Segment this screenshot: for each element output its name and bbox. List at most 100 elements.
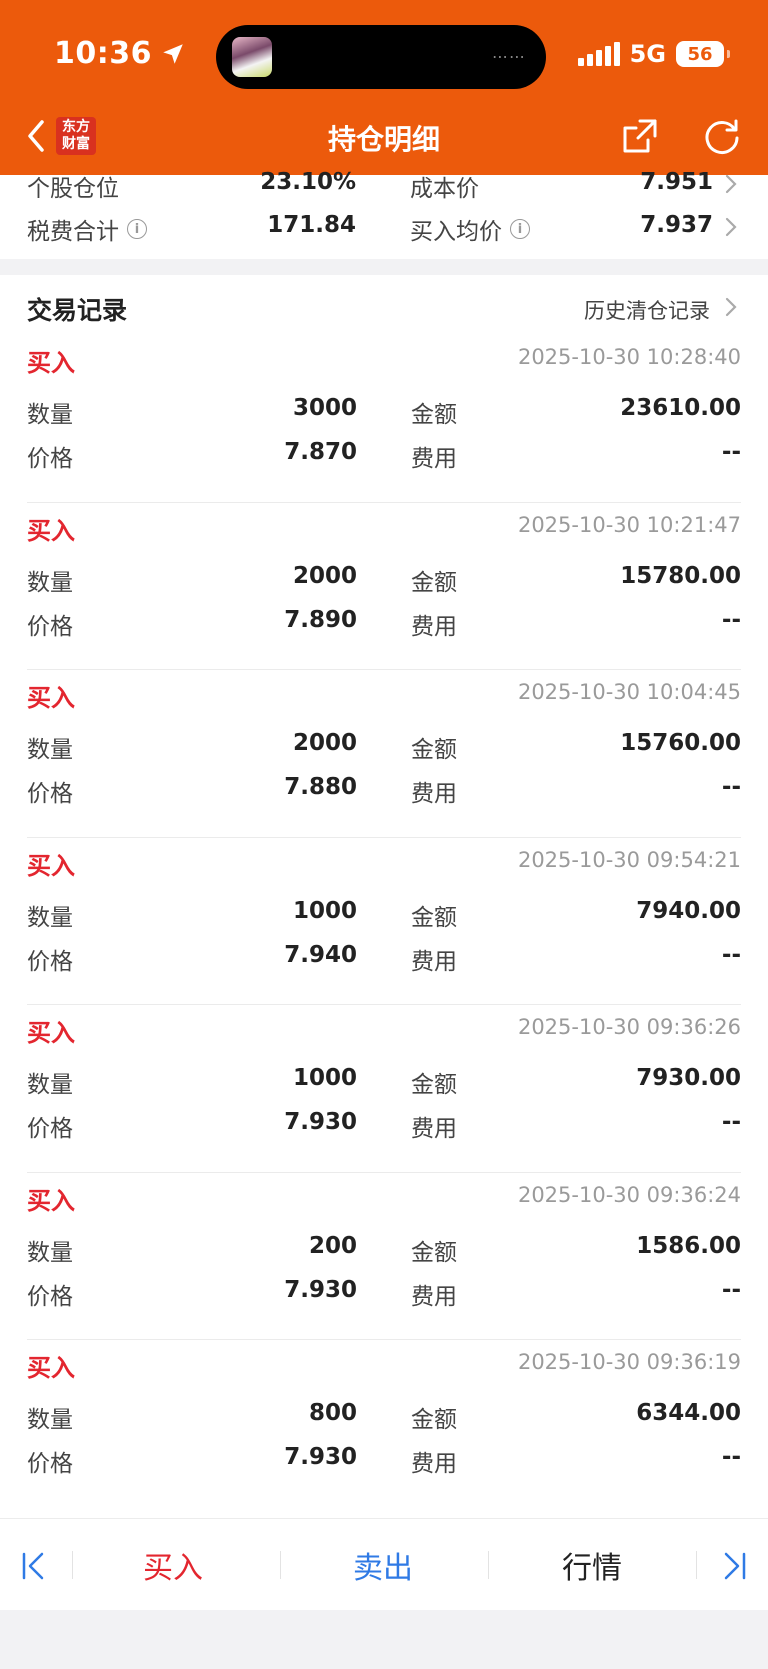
- quote-button[interactable]: 行情: [492, 1543, 692, 1587]
- dynamic-island: ⋯⋯: [216, 25, 546, 89]
- trade-record-item[interactable]: 买入 2025-10-30 09:54:21 数量 1000 金额 7940.0…: [27, 838, 741, 1005]
- trade-time: 2025-10-30 10:04:45: [517, 680, 741, 704]
- fee-value: --: [721, 606, 741, 633]
- trade-record-item[interactable]: 买入 2025-10-30 10:04:45 数量 2000 金额 15760.…: [27, 670, 741, 838]
- trade-time: 2025-10-30 10:28:40: [517, 345, 741, 369]
- price-label: 价格: [27, 1451, 73, 1477]
- refresh-icon[interactable]: [702, 116, 742, 156]
- avg-buy-price-value[interactable]: 7.937: [640, 212, 713, 238]
- trade-record-item[interactable]: 买入 2025-10-30 09:36:19 数量 800 金额 6344.00…: [27, 1340, 741, 1508]
- trade-type: 买入: [27, 684, 75, 712]
- trade-record-item[interactable]: 买入 2025-10-30 10:28:40 数量 3000 金额 23610.…: [27, 335, 741, 503]
- price-label: 价格: [27, 1116, 73, 1142]
- amount-label: 金额: [411, 569, 457, 596]
- divider: [280, 1551, 281, 1579]
- amount-label: 金额: [411, 402, 457, 428]
- qty-value: 800: [308, 1400, 357, 1426]
- price-label: 价格: [27, 446, 73, 472]
- tax-fee-total-label: 税费合计 i: [27, 212, 147, 246]
- tax-fee-total-value: 171.84: [267, 212, 356, 238]
- price-value: 7.930: [284, 1109, 357, 1135]
- price-value: 7.880: [284, 774, 357, 800]
- qty-value: 1000: [292, 897, 357, 924]
- avg-buy-price-label[interactable]: 买入均价 i: [410, 212, 530, 246]
- trade-type: 买入: [27, 1354, 75, 1382]
- fee-value: --: [721, 1444, 741, 1470]
- trade-records-section: 交易记录 历史清仓记录 买入 2025-10-30 10:28:40 数量 30…: [0, 275, 768, 1518]
- status-indicators: 5G 56: [577, 40, 730, 68]
- qty-label: 数量: [27, 1239, 73, 1266]
- amount-label: 金额: [411, 904, 457, 931]
- amount-label: 金额: [411, 1407, 457, 1433]
- fee-value: --: [721, 439, 741, 465]
- info-icon[interactable]: i: [510, 219, 530, 239]
- price-value: 7.890: [284, 606, 357, 633]
- position-ratio-value: 23.10%: [260, 169, 356, 195]
- qty-label: 数量: [27, 1407, 73, 1433]
- trade-record-item[interactable]: 买入 2025-10-30 09:36:26 数量 1000 金额 7930.0…: [27, 1005, 741, 1173]
- fee-label: 费用: [411, 446, 457, 472]
- record-row: 数量 1000 金额 7930.00: [27, 1065, 741, 1099]
- amount-value: 23610.00: [620, 395, 741, 421]
- fee-value: --: [721, 1109, 741, 1135]
- price-label: 价格: [27, 1283, 73, 1310]
- network-type: 5G: [629, 40, 666, 68]
- chevron-right-icon[interactable]: [724, 216, 738, 238]
- cost-price-value[interactable]: 7.951: [640, 169, 713, 195]
- qty-value: 1000: [292, 1065, 357, 1091]
- sell-button[interactable]: 卖出: [283, 1543, 483, 1587]
- fee-value: --: [721, 774, 741, 800]
- trade-type: 买入: [27, 516, 75, 545]
- amount-label: 金额: [411, 737, 457, 763]
- first-page-icon[interactable]: [18, 1549, 52, 1583]
- media-thumbnail: [232, 37, 272, 77]
- qty-label: 数量: [27, 737, 73, 763]
- record-row: 数量 1000 金额 7940.00: [27, 898, 741, 932]
- summary-row: 个股仓位 23.10% 成本价 7.951: [0, 169, 768, 209]
- record-row: 价格 7.930 费用 --: [27, 1444, 741, 1478]
- share-icon[interactable]: [620, 116, 660, 156]
- price-label: 价格: [27, 613, 73, 640]
- amount-value: 1586.00: [636, 1232, 741, 1259]
- price-value: 7.870: [284, 439, 357, 465]
- battery-icon: 56: [676, 41, 730, 67]
- trade-record-item[interactable]: 买入 2025-10-30 09:36:24 数量 200 金额 1586.00…: [27, 1173, 741, 1340]
- trade-type: 买入: [27, 349, 75, 377]
- price-label: 价格: [27, 948, 73, 975]
- fee-label: 费用: [411, 1283, 457, 1310]
- amount-value: 15760.00: [620, 730, 741, 756]
- history-clearance-link[interactable]: 历史清仓记录: [584, 295, 710, 325]
- amount-label: 金额: [411, 1239, 457, 1266]
- position-ratio-label: 个股仓位: [27, 176, 119, 202]
- record-row: 价格 7.930 费用 --: [27, 1109, 741, 1143]
- divider: [488, 1551, 489, 1579]
- qty-label: 数量: [27, 1072, 73, 1098]
- price-value: 7.930: [284, 1276, 357, 1303]
- qty-value: 2000: [292, 562, 357, 589]
- cost-price-label[interactable]: 成本价: [410, 169, 479, 203]
- buy-button[interactable]: 买入: [73, 1543, 273, 1587]
- trade-record-item[interactable]: 买入 2025-10-30 10:21:47 数量 2000 金额 15780.…: [27, 503, 741, 670]
- trade-records-list: 买入 2025-10-30 10:28:40 数量 3000 金额 23610.…: [0, 335, 768, 1508]
- info-icon[interactable]: i: [127, 219, 147, 239]
- trade-time: 2025-10-30 09:36:26: [517, 1015, 741, 1039]
- chevron-right-icon[interactable]: [724, 173, 738, 195]
- position-summary: 个股仓位 23.10% 成本价 7.951 税费合计 i 171.84 买入均价…: [0, 169, 768, 259]
- fee-label: 费用: [411, 613, 457, 640]
- signal-icon: [577, 42, 620, 66]
- fee-label: 费用: [411, 781, 457, 807]
- last-page-icon[interactable]: [716, 1549, 750, 1583]
- amount-value: 6344.00: [636, 1400, 741, 1426]
- status-time: 10:36: [54, 36, 186, 71]
- chevron-right-icon[interactable]: [724, 296, 738, 318]
- price-value: 7.930: [284, 1444, 357, 1470]
- record-row: 价格 7.940 费用 --: [27, 942, 741, 976]
- fee-value: --: [721, 1276, 741, 1303]
- qty-value: 200: [308, 1232, 357, 1259]
- qty-label: 数量: [27, 569, 73, 596]
- trade-time: 2025-10-30 09:36:19: [517, 1350, 741, 1374]
- status-time-text: 10:36: [54, 36, 152, 71]
- trade-type: 买入: [27, 1186, 75, 1215]
- trade-type: 买入: [27, 851, 75, 880]
- record-row: 价格 7.930 费用 --: [27, 1277, 741, 1311]
